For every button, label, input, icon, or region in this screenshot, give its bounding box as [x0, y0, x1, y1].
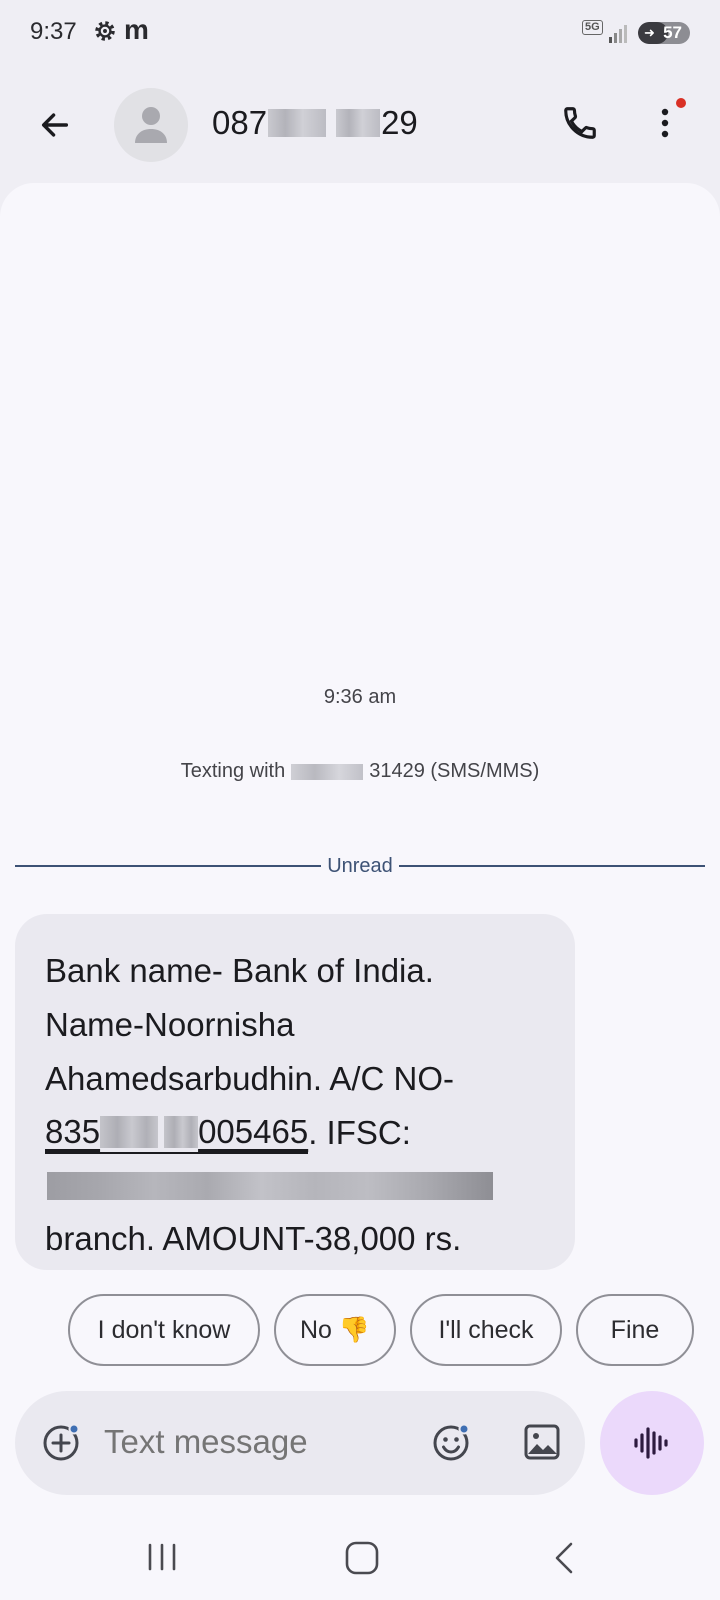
message-tail: . IFSC: [308, 1114, 411, 1151]
divider-line [15, 865, 322, 867]
message-timestamp: 9:36 am [323, 686, 397, 708]
back-icon[interactable] [552, 1540, 576, 1576]
home-icon[interactable] [344, 1540, 380, 1576]
back-button[interactable] [30, 100, 80, 150]
texting-with-info: Texting with 31429 (SMS/MMS) [0, 760, 720, 783]
phone-icon [564, 107, 596, 139]
voice-message-button[interactable] [600, 1391, 704, 1495]
notification-dot [676, 98, 686, 108]
gallery-icon[interactable] [522, 1422, 562, 1462]
back-arrow-icon [41, 113, 69, 137]
person-icon [135, 107, 167, 143]
battery-icon: ➜ 57 [638, 22, 690, 44]
signal-icon [609, 25, 627, 43]
redacted-block [164, 1116, 199, 1148]
call-button[interactable] [555, 98, 605, 148]
battery-level-text: 57 [663, 23, 682, 42]
redacted-block [268, 109, 327, 137]
add-circle-icon[interactable] [40, 1420, 84, 1464]
contact-number-suffix: 29 [381, 104, 418, 141]
divider-line [398, 865, 706, 867]
account-suffix: 005465 [198, 1113, 309, 1150]
message-line: Name-Noornisha [45, 1006, 295, 1043]
contact-avatar[interactable] [114, 88, 188, 162]
message-line: Bank name- Bank of India. [45, 952, 434, 989]
more-vert-icon [661, 108, 669, 138]
smart-reply-chip[interactable]: I don't know [68, 1294, 260, 1366]
smart-reply-chip[interactable]: No 👎 [274, 1294, 396, 1366]
status-time: 9:37 [30, 18, 77, 45]
redacted-block [291, 763, 364, 780]
smart-reply-chip[interactable]: I'll check [410, 1294, 562, 1366]
message-line: Ahamedsarbudhin. A/C NO- [45, 1060, 455, 1097]
m-app-icon: m [124, 14, 149, 45]
unread-divider: Unread [15, 854, 706, 878]
settings-gear-icon [95, 21, 115, 41]
redacted-block [336, 109, 381, 137]
voice-waveform-icon [634, 1427, 668, 1459]
conversation-panel [0, 183, 720, 1600]
account-prefix: 835 [45, 1113, 101, 1150]
text-message-input[interactable] [104, 1420, 404, 1464]
texting-with-suffix: 31429 (SMS/MMS) [369, 760, 540, 782]
emoji-icon[interactable] [430, 1420, 474, 1464]
incoming-message-bubble[interactable]: Bank name- Bank of India. Name-Noornisha… [15, 914, 575, 1270]
account-number-link[interactable]: 835 005465 [45, 1112, 309, 1154]
recent-apps-icon[interactable] [145, 1540, 179, 1574]
redacted-ifsc-block [47, 1172, 493, 1200]
message-line: 835 005465 . IFSC: [45, 1106, 545, 1160]
contact-number-prefix: 087 [212, 104, 268, 141]
message-line: branch. AMOUNT-38,000 rs. [45, 1220, 462, 1257]
redacted-block [100, 1116, 159, 1148]
battery-saver-icon: ➜ [644, 25, 655, 40]
contact-number[interactable]: 087 29 [212, 104, 418, 142]
smart-reply-chip[interactable]: Fine [576, 1294, 694, 1366]
texting-with-prefix: Texting with [180, 760, 286, 782]
network-5g-icon: 5G [582, 20, 603, 35]
unread-label: Unread [327, 854, 393, 877]
